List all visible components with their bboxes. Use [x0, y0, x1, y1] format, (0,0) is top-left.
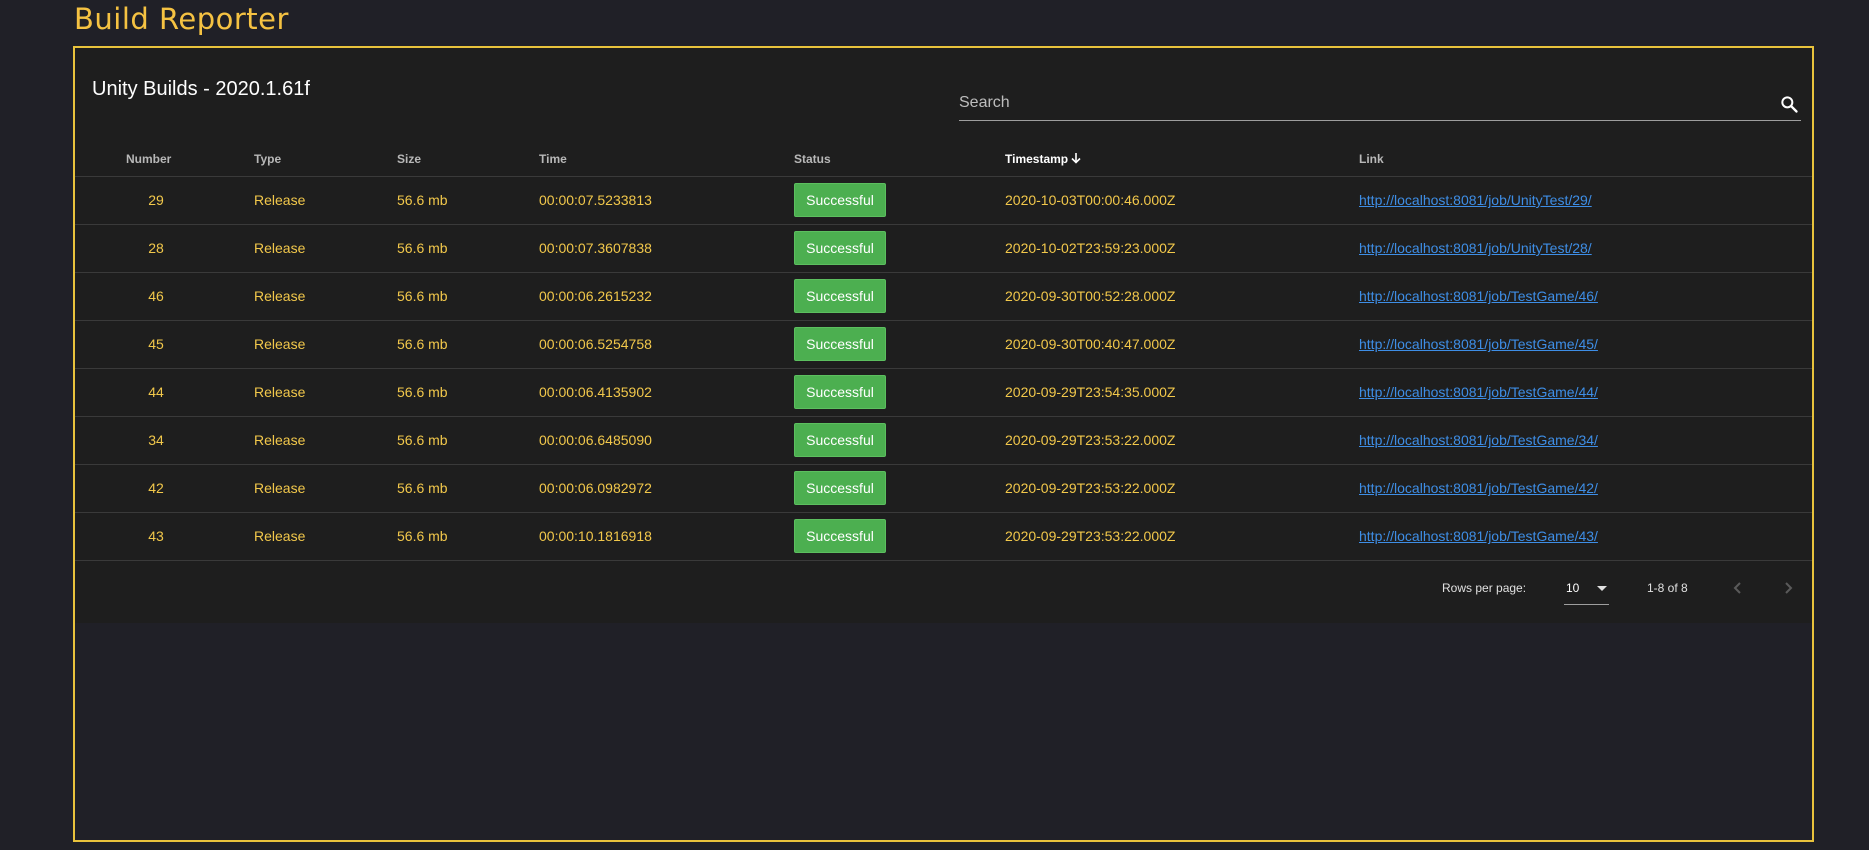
builds-table: Number Type Size Time Status Timestamp L…: [75, 152, 1812, 561]
build-time: 00:00:07.3607838: [539, 240, 652, 256]
build-link[interactable]: http://localhost:8081/job/TestGame/45/: [1359, 336, 1598, 352]
table-row: 46 Release 56.6 mb 00:00:06.2615232 Succ…: [75, 272, 1812, 320]
build-timestamp: 2020-10-02T23:59:23.000Z: [1005, 240, 1176, 256]
build-size: 56.6 mb: [397, 240, 448, 256]
build-time: 00:00:06.4135902: [539, 384, 652, 400]
build-number: 46: [148, 288, 164, 304]
build-size: 56.6 mb: [397, 336, 448, 352]
search-field: [959, 86, 1801, 121]
build-number: 42: [148, 480, 164, 496]
table-row: 29 Release 56.6 mb 00:00:07.5233813 Succ…: [75, 176, 1812, 224]
builds-panel: Unity Builds - 2020.1.61f Number Type Si…: [73, 46, 1814, 842]
build-number: 34: [148, 432, 164, 448]
build-timestamp: 2020-10-03T00:00:46.000Z: [1005, 192, 1176, 208]
table-pagination: Rows per page: 10 1-8 of 8: [75, 560, 1812, 620]
build-number: 45: [148, 336, 164, 352]
build-time: 00:00:06.6485090: [539, 432, 652, 448]
card-title: Unity Builds - 2020.1.61f: [92, 78, 310, 100]
table-body: 29 Release 56.6 mb 00:00:07.5233813 Succ…: [75, 176, 1812, 561]
status-badge: Successful: [794, 231, 886, 265]
build-timestamp: 2020-09-29T23:54:35.000Z: [1005, 384, 1176, 400]
column-header-timestamp[interactable]: Timestamp: [1005, 152, 1082, 167]
build-link[interactable]: http://localhost:8081/job/TestGame/46/: [1359, 288, 1598, 304]
build-time: 00:00:06.2615232: [539, 288, 652, 304]
status-badge: Successful: [794, 471, 886, 505]
status-badge: Successful: [794, 519, 886, 553]
build-time: 00:00:06.5254758: [539, 336, 652, 352]
previous-page-button[interactable]: [1724, 574, 1752, 602]
table-row: 43 Release 56.6 mb 00:00:10.1816918 Succ…: [75, 512, 1812, 561]
build-number: 43: [148, 528, 164, 544]
table-header: Number Type Size Time Status Timestamp L…: [75, 152, 1812, 174]
builds-card: Unity Builds - 2020.1.61f Number Type Si…: [75, 48, 1812, 623]
column-header-time[interactable]: Time: [539, 152, 567, 166]
column-header-link[interactable]: Link: [1359, 152, 1384, 166]
build-link[interactable]: http://localhost:8081/job/UnityTest/29/: [1359, 192, 1592, 208]
search-input[interactable]: [959, 90, 1759, 116]
table-row: 45 Release 56.6 mb 00:00:06.5254758 Succ…: [75, 320, 1812, 368]
rows-per-page-value: 10: [1566, 581, 1580, 595]
build-timestamp: 2020-09-30T00:40:47.000Z: [1005, 336, 1176, 352]
build-type: Release: [254, 432, 306, 448]
arrow-down-icon: [1070, 152, 1082, 167]
search-icon[interactable]: [1779, 94, 1799, 114]
build-size: 56.6 mb: [397, 432, 448, 448]
build-number: 44: [148, 384, 164, 400]
build-timestamp: 2020-09-29T23:53:22.000Z: [1005, 480, 1176, 496]
build-size: 56.6 mb: [397, 288, 448, 304]
build-link[interactable]: http://localhost:8081/job/TestGame/43/: [1359, 528, 1598, 544]
status-badge: Successful: [794, 327, 886, 361]
column-header-type[interactable]: Type: [254, 152, 281, 166]
chevron-left-icon: [1733, 582, 1741, 594]
table-row: 28 Release 56.6 mb 00:00:07.3607838 Succ…: [75, 224, 1812, 272]
status-badge: Successful: [794, 375, 886, 409]
build-type: Release: [254, 384, 306, 400]
build-link[interactable]: http://localhost:8081/job/TestGame/42/: [1359, 480, 1598, 496]
table-row: 42 Release 56.6 mb 00:00:06.0982972 Succ…: [75, 464, 1812, 512]
column-header-size[interactable]: Size: [397, 152, 421, 166]
build-time: 00:00:06.0982972: [539, 480, 652, 496]
build-type: Release: [254, 336, 306, 352]
build-type: Release: [254, 480, 306, 496]
caret-down-icon: [1597, 586, 1607, 591]
build-time: 00:00:07.5233813: [539, 192, 652, 208]
rows-per-page-select[interactable]: 10: [1564, 574, 1609, 605]
pagination-range: 1-8 of 8: [1647, 581, 1688, 595]
app-title: Build Reporter: [74, 2, 289, 36]
build-number: 28: [148, 240, 164, 256]
status-badge: Successful: [794, 279, 886, 313]
table-row: 44 Release 56.6 mb 00:00:06.4135902 Succ…: [75, 368, 1812, 416]
build-timestamp: 2020-09-29T23:53:22.000Z: [1005, 528, 1176, 544]
build-size: 56.6 mb: [397, 528, 448, 544]
build-size: 56.6 mb: [397, 480, 448, 496]
build-number: 29: [148, 192, 164, 208]
build-type: Release: [254, 240, 306, 256]
build-type: Release: [254, 192, 306, 208]
rows-per-page-label: Rows per page:: [1442, 581, 1527, 595]
timestamp-header-label: Timestamp: [1005, 152, 1069, 166]
build-type: Release: [254, 288, 306, 304]
build-type: Release: [254, 528, 306, 544]
build-time: 00:00:10.1816918: [539, 528, 652, 544]
build-timestamp: 2020-09-29T23:53:22.000Z: [1005, 432, 1176, 448]
build-link[interactable]: http://localhost:8081/job/UnityTest/28/: [1359, 240, 1592, 256]
build-size: 56.6 mb: [397, 384, 448, 400]
next-page-button[interactable]: [1774, 574, 1802, 602]
chevron-right-icon: [1785, 582, 1793, 594]
status-badge: Successful: [794, 183, 886, 217]
table-row: 34 Release 56.6 mb 00:00:06.6485090 Succ…: [75, 416, 1812, 464]
build-link[interactable]: http://localhost:8081/job/TestGame/44/: [1359, 384, 1598, 400]
column-header-status[interactable]: Status: [794, 152, 831, 166]
build-size: 56.6 mb: [397, 192, 448, 208]
status-badge: Successful: [794, 423, 886, 457]
column-header-number[interactable]: Number: [126, 152, 171, 166]
build-timestamp: 2020-09-30T00:52:28.000Z: [1005, 288, 1176, 304]
build-link[interactable]: http://localhost:8081/job/TestGame/34/: [1359, 432, 1598, 448]
